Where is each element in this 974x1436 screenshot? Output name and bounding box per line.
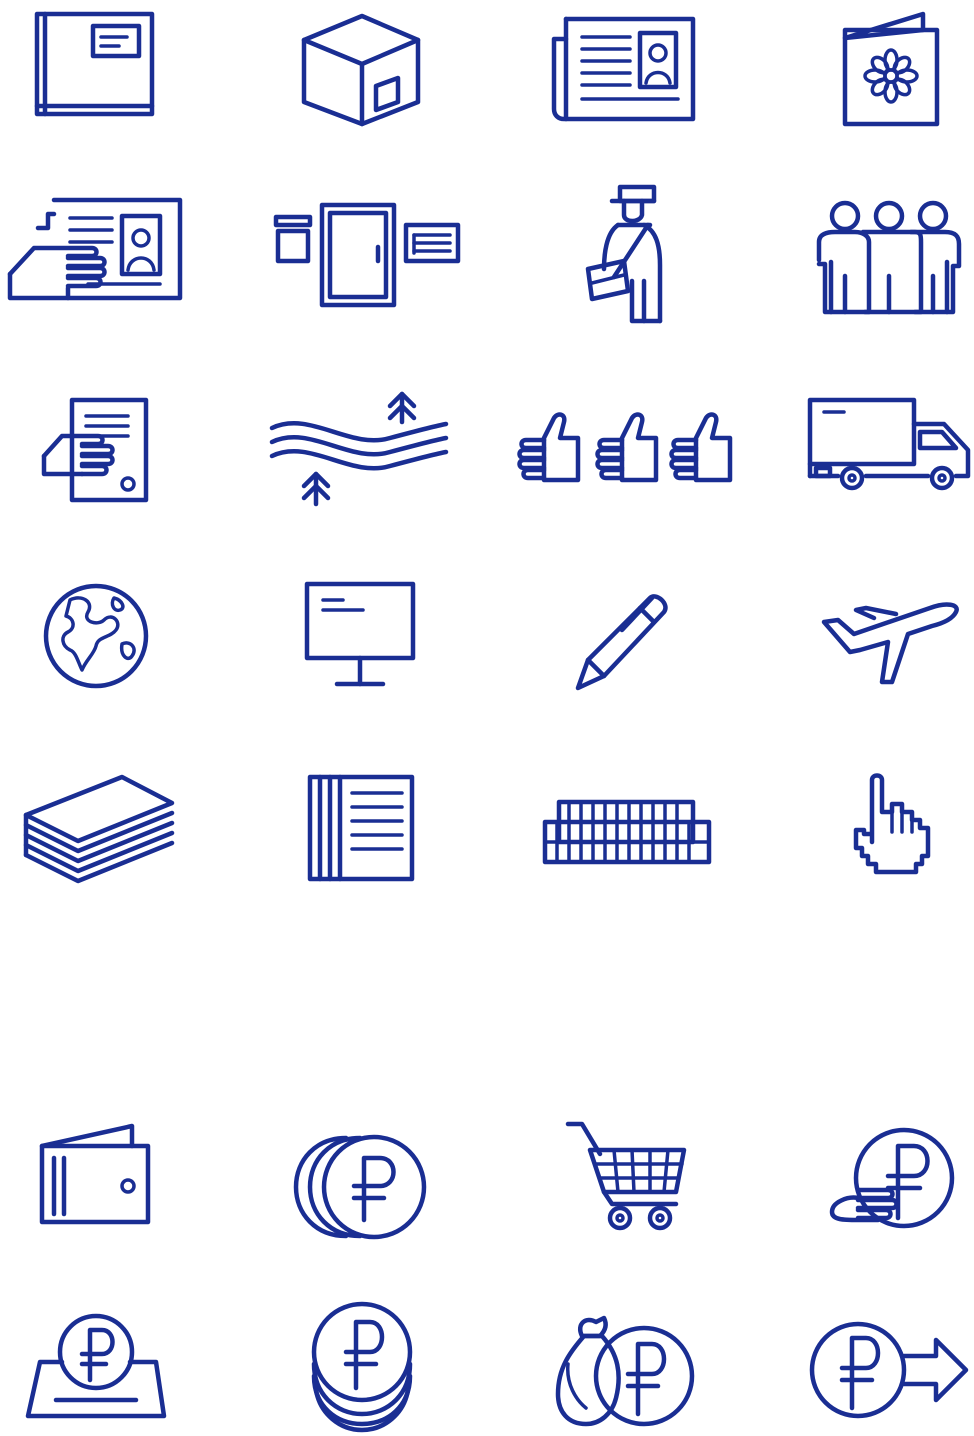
greeting-card-icon [843,10,939,126]
waves-with-trees-icon [270,390,450,508]
notebook-page-icon [308,775,414,883]
post-office-box-icon [274,203,460,307]
shopping-cart-icon [566,1120,688,1232]
finance-icon-grid [0,1100,974,1432]
thumbs-up-row-icon [518,410,733,484]
newspaper-in-hand-icon [8,198,183,306]
money-bag-ruble-icon [556,1314,696,1430]
ruble-coin-slot-icon [26,1312,166,1420]
coin-stacks-icon [543,800,713,866]
newspaper-icon [552,15,697,123]
book-icon [35,12,155,117]
monitor-icon [305,582,415,690]
wallet-icon [40,1124,152,1226]
group-of-people-icon [817,200,962,315]
pen-icon [574,590,676,692]
globe-icon [42,582,150,690]
ruble-coins-icon [294,1134,428,1240]
ruble-transfer-arrow-icon [808,1320,970,1420]
postman-icon [584,185,670,323]
document-in-hand-icon [42,398,150,504]
airplane-icon [822,592,960,686]
ruble-coin-in-hand-icon [828,1128,956,1228]
postal-icon-grid [0,0,974,900]
pointer-hand-icon [850,772,932,876]
paper-stack-icon [22,775,177,883]
delivery-truck-icon [808,398,972,492]
ruble-coin-stack-icon [310,1300,414,1432]
parcel-box-icon [300,12,422,128]
